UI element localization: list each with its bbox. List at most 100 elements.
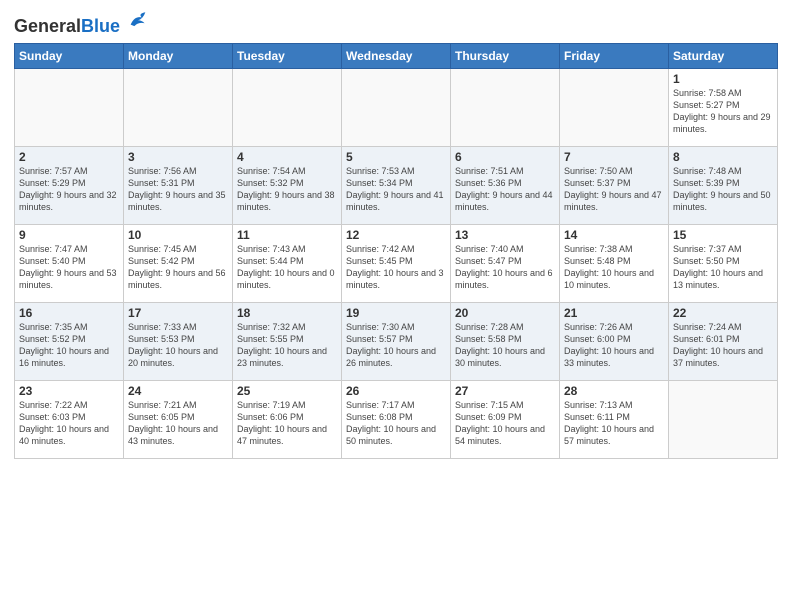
day-number: 19 [346,306,446,320]
day-info: Sunrise: 7:17 AM Sunset: 6:08 PM Dayligh… [346,399,446,448]
day-info: Sunrise: 7:26 AM Sunset: 6:00 PM Dayligh… [564,321,664,370]
calendar-cell: 25Sunrise: 7:19 AM Sunset: 6:06 PM Dayli… [233,380,342,458]
weekday-header-sunday: Sunday [15,43,124,68]
day-info: Sunrise: 7:22 AM Sunset: 6:03 PM Dayligh… [19,399,119,448]
calendar-cell: 16Sunrise: 7:35 AM Sunset: 5:52 PM Dayli… [15,302,124,380]
calendar-cell: 18Sunrise: 7:32 AM Sunset: 5:55 PM Dayli… [233,302,342,380]
calendar-cell: 4Sunrise: 7:54 AM Sunset: 5:32 PM Daylig… [233,146,342,224]
day-number: 2 [19,150,119,164]
day-info: Sunrise: 7:58 AM Sunset: 5:27 PM Dayligh… [673,87,773,136]
day-info: Sunrise: 7:53 AM Sunset: 5:34 PM Dayligh… [346,165,446,214]
day-info: Sunrise: 7:37 AM Sunset: 5:50 PM Dayligh… [673,243,773,292]
day-info: Sunrise: 7:47 AM Sunset: 5:40 PM Dayligh… [19,243,119,292]
calendar-cell [669,380,778,458]
day-info: Sunrise: 7:45 AM Sunset: 5:42 PM Dayligh… [128,243,228,292]
day-info: Sunrise: 7:50 AM Sunset: 5:37 PM Dayligh… [564,165,664,214]
calendar-cell: 21Sunrise: 7:26 AM Sunset: 6:00 PM Dayli… [560,302,669,380]
weekday-header-thursday: Thursday [451,43,560,68]
calendar-cell: 13Sunrise: 7:40 AM Sunset: 5:47 PM Dayli… [451,224,560,302]
calendar-cell: 20Sunrise: 7:28 AM Sunset: 5:58 PM Dayli… [451,302,560,380]
day-number: 11 [237,228,337,242]
day-info: Sunrise: 7:38 AM Sunset: 5:48 PM Dayligh… [564,243,664,292]
calendar: SundayMondayTuesdayWednesdayThursdayFrid… [14,43,778,459]
logo-blue: Blue [81,16,120,36]
day-number: 25 [237,384,337,398]
day-number: 4 [237,150,337,164]
calendar-cell: 6Sunrise: 7:51 AM Sunset: 5:36 PM Daylig… [451,146,560,224]
day-info: Sunrise: 7:48 AM Sunset: 5:39 PM Dayligh… [673,165,773,214]
day-number: 27 [455,384,555,398]
day-info: Sunrise: 7:15 AM Sunset: 6:09 PM Dayligh… [455,399,555,448]
calendar-cell [15,68,124,146]
calendar-cell [560,68,669,146]
calendar-cell: 1Sunrise: 7:58 AM Sunset: 5:27 PM Daylig… [669,68,778,146]
day-info: Sunrise: 7:42 AM Sunset: 5:45 PM Dayligh… [346,243,446,292]
calendar-cell [233,68,342,146]
day-number: 6 [455,150,555,164]
logo-bird-icon [127,10,149,32]
day-info: Sunrise: 7:51 AM Sunset: 5:36 PM Dayligh… [455,165,555,214]
day-number: 5 [346,150,446,164]
day-number: 14 [564,228,664,242]
calendar-cell: 9Sunrise: 7:47 AM Sunset: 5:40 PM Daylig… [15,224,124,302]
calendar-cell: 26Sunrise: 7:17 AM Sunset: 6:08 PM Dayli… [342,380,451,458]
logo-general: General [14,16,81,36]
day-number: 9 [19,228,119,242]
calendar-cell: 5Sunrise: 7:53 AM Sunset: 5:34 PM Daylig… [342,146,451,224]
day-number: 26 [346,384,446,398]
calendar-cell: 2Sunrise: 7:57 AM Sunset: 5:29 PM Daylig… [15,146,124,224]
calendar-cell [342,68,451,146]
calendar-cell: 22Sunrise: 7:24 AM Sunset: 6:01 PM Dayli… [669,302,778,380]
calendar-cell [124,68,233,146]
calendar-cell: 12Sunrise: 7:42 AM Sunset: 5:45 PM Dayli… [342,224,451,302]
calendar-cell: 17Sunrise: 7:33 AM Sunset: 5:53 PM Dayli… [124,302,233,380]
weekday-header-saturday: Saturday [669,43,778,68]
calendar-cell: 10Sunrise: 7:45 AM Sunset: 5:42 PM Dayli… [124,224,233,302]
calendar-cell: 27Sunrise: 7:15 AM Sunset: 6:09 PM Dayli… [451,380,560,458]
day-info: Sunrise: 7:33 AM Sunset: 5:53 PM Dayligh… [128,321,228,370]
calendar-cell: 28Sunrise: 7:13 AM Sunset: 6:11 PM Dayli… [560,380,669,458]
day-number: 3 [128,150,228,164]
day-number: 13 [455,228,555,242]
day-info: Sunrise: 7:40 AM Sunset: 5:47 PM Dayligh… [455,243,555,292]
page: GeneralBlue SundayMondayTuesdayWednesday… [0,0,792,612]
day-info: Sunrise: 7:56 AM Sunset: 5:31 PM Dayligh… [128,165,228,214]
day-info: Sunrise: 7:13 AM Sunset: 6:11 PM Dayligh… [564,399,664,448]
header: GeneralBlue [14,10,778,37]
day-number: 28 [564,384,664,398]
day-number: 8 [673,150,773,164]
weekday-header-monday: Monday [124,43,233,68]
day-number: 18 [237,306,337,320]
calendar-cell: 23Sunrise: 7:22 AM Sunset: 6:03 PM Dayli… [15,380,124,458]
logo: GeneralBlue [14,10,149,37]
weekday-header-tuesday: Tuesday [233,43,342,68]
calendar-cell: 19Sunrise: 7:30 AM Sunset: 5:57 PM Dayli… [342,302,451,380]
day-info: Sunrise: 7:24 AM Sunset: 6:01 PM Dayligh… [673,321,773,370]
day-number: 17 [128,306,228,320]
calendar-cell: 24Sunrise: 7:21 AM Sunset: 6:05 PM Dayli… [124,380,233,458]
calendar-cell: 3Sunrise: 7:56 AM Sunset: 5:31 PM Daylig… [124,146,233,224]
day-info: Sunrise: 7:57 AM Sunset: 5:29 PM Dayligh… [19,165,119,214]
day-info: Sunrise: 7:43 AM Sunset: 5:44 PM Dayligh… [237,243,337,292]
day-number: 24 [128,384,228,398]
calendar-cell: 11Sunrise: 7:43 AM Sunset: 5:44 PM Dayli… [233,224,342,302]
calendar-cell: 14Sunrise: 7:38 AM Sunset: 5:48 PM Dayli… [560,224,669,302]
day-number: 20 [455,306,555,320]
weekday-header-friday: Friday [560,43,669,68]
calendar-cell: 15Sunrise: 7:37 AM Sunset: 5:50 PM Dayli… [669,224,778,302]
day-info: Sunrise: 7:28 AM Sunset: 5:58 PM Dayligh… [455,321,555,370]
day-number: 23 [19,384,119,398]
weekday-header-wednesday: Wednesday [342,43,451,68]
day-number: 12 [346,228,446,242]
day-number: 15 [673,228,773,242]
calendar-cell: 7Sunrise: 7:50 AM Sunset: 5:37 PM Daylig… [560,146,669,224]
day-number: 1 [673,72,773,86]
day-number: 7 [564,150,664,164]
calendar-cell [451,68,560,146]
day-info: Sunrise: 7:54 AM Sunset: 5:32 PM Dayligh… [237,165,337,214]
day-info: Sunrise: 7:21 AM Sunset: 6:05 PM Dayligh… [128,399,228,448]
day-number: 16 [19,306,119,320]
day-info: Sunrise: 7:30 AM Sunset: 5:57 PM Dayligh… [346,321,446,370]
day-info: Sunrise: 7:32 AM Sunset: 5:55 PM Dayligh… [237,321,337,370]
day-number: 21 [564,306,664,320]
